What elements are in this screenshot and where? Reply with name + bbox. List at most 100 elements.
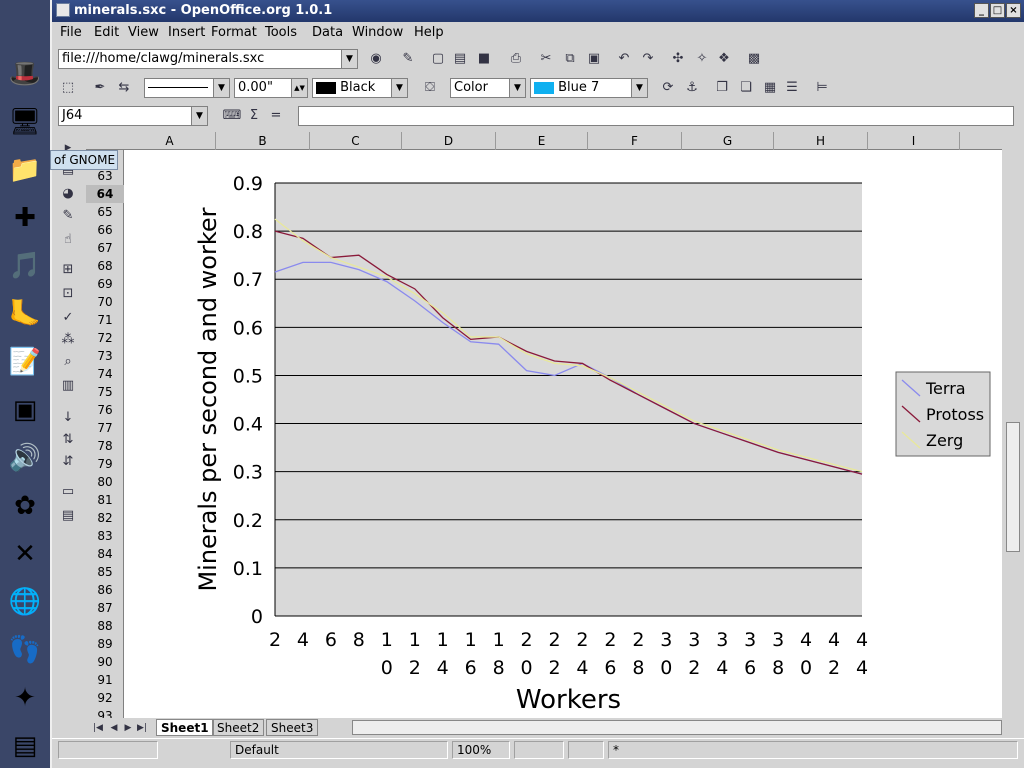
bring-front-icon[interactable]: ❐ (712, 78, 732, 98)
background-icon[interactable]: ▦ (760, 78, 780, 98)
gnome-foot-icon[interactable]: 🦶 (3, 292, 47, 336)
row-header[interactable]: 76 (86, 401, 124, 419)
row-header[interactable]: 80 (86, 473, 124, 491)
row-header[interactable]: 88 (86, 617, 124, 635)
cut-icon[interactable]: ✂ (536, 49, 556, 69)
terminal-icon[interactable]: ▣ (3, 388, 47, 432)
anchor-icon[interactable]: ⚓ (682, 78, 702, 98)
image-icon[interactable]: ▩ (744, 49, 764, 69)
undo-icon[interactable]: ↶ (614, 49, 634, 69)
row-header[interactable]: 75 (86, 383, 124, 401)
row-header[interactable]: 77 (86, 419, 124, 437)
close-icon[interactable]: × (1006, 3, 1021, 18)
tab-sheet3[interactable]: Sheet3 (266, 719, 319, 736)
tab-sheet2[interactable]: Sheet2 (212, 719, 265, 736)
edit-file-icon[interactable]: ✎ (398, 49, 418, 69)
gallery-icon[interactable]: ❖ (714, 49, 734, 69)
chevron-down-icon[interactable]: ▼ (509, 79, 525, 97)
radar-icon[interactable]: ✦ (3, 676, 47, 720)
menu-data[interactable]: Data (312, 25, 343, 40)
row-header[interactable]: 90 (86, 653, 124, 671)
menu-insert[interactable]: Insert (168, 25, 205, 40)
text-wrap-icon[interactable]: ☰ (782, 78, 802, 98)
row-header[interactable]: 86 (86, 581, 124, 599)
line-style-icon[interactable]: ✒ (90, 78, 110, 98)
insert-object-icon[interactable]: ◕ (58, 184, 78, 204)
column-header[interactable]: B (216, 132, 310, 150)
column-header[interactable]: I (868, 132, 960, 150)
minimize-icon[interactable]: _ (974, 3, 989, 18)
sort-az-icon[interactable]: ⇅ (58, 430, 78, 450)
last-sheet-icon[interactable]: ▶| (132, 718, 152, 738)
zoom-level[interactable]: 100% (452, 741, 510, 759)
menu-help[interactable]: Help (414, 25, 444, 40)
speaker-icon[interactable]: 🔊 (3, 436, 47, 480)
column-header[interactable]: C (310, 132, 402, 150)
row-header[interactable]: 69 (86, 275, 124, 293)
datasource-icon[interactable]: ▥ (58, 376, 78, 396)
column-header[interactable]: D (402, 132, 496, 150)
equalizer-icon[interactable]: ▤ (3, 724, 47, 768)
chevron-down-icon[interactable]: ▼ (391, 79, 407, 97)
formula-input[interactable] (298, 106, 1014, 126)
tab-sheet1[interactable]: Sheet1 (156, 719, 214, 736)
music-icon[interactable]: 🎵 (3, 244, 47, 288)
autofilter-icon[interactable]: ▭ (58, 482, 78, 502)
edit-icon[interactable]: ✎ (58, 206, 78, 226)
monitor-icon[interactable]: 🖥 (3, 100, 47, 144)
chart-object[interactable]: 00.10.20.30.40.50.60.70.80.92 4 6 8 1 01 21 41 6… (124, 150, 1002, 718)
menu-edit[interactable]: Edit (94, 25, 119, 40)
name-box[interactable]: J64 ▼ (58, 106, 208, 126)
row-header[interactable]: 65 (86, 203, 124, 221)
navigator-icon[interactable]: ✣ (668, 49, 688, 69)
row-header[interactable]: 84 (86, 545, 124, 563)
row-header[interactable]: 70 (86, 293, 124, 311)
sort-za-icon[interactable]: ⇵ (58, 452, 78, 472)
home-folder-icon[interactable]: 📁 (3, 148, 47, 192)
row-header[interactable]: 66 (86, 221, 124, 239)
area-style-combobox[interactable]: Color ▼ (450, 78, 526, 98)
autocorrect-icon[interactable]: ✓ (58, 308, 78, 328)
function-icon[interactable]: = (266, 106, 286, 126)
row-header[interactable]: 78 (86, 437, 124, 455)
horizontal-scrollbar[interactable] (352, 720, 1002, 735)
row-header[interactable]: 82 (86, 509, 124, 527)
new-icon[interactable]: ▢ (428, 49, 448, 69)
print-icon[interactable]: ⎙ (506, 49, 526, 69)
globe-icon[interactable]: 🌐 (3, 580, 47, 624)
rotate-icon[interactable]: ⟳ (658, 78, 678, 98)
row-header[interactable]: 89 (86, 635, 124, 653)
line-style-combobox[interactable]: ▼ (144, 78, 230, 98)
column-header[interactable]: A (124, 132, 216, 150)
send-back-icon[interactable]: ❏ (736, 78, 756, 98)
row-header[interactable]: 72 (86, 329, 124, 347)
menu-file[interactable]: File (60, 25, 82, 40)
spellcheck-icon[interactable]: ⁂ (58, 330, 78, 350)
scroll-thumb[interactable] (1006, 422, 1020, 552)
area-icon[interactable]: ⛋ (420, 78, 440, 98)
align-icon[interactable]: ⊨ (812, 78, 832, 98)
title-bar[interactable]: minerals.sxc - OpenOffice.org 1.0.1 _ □ … (52, 0, 1024, 22)
row-header[interactable]: 81 (86, 491, 124, 509)
select-icon[interactable]: ☝ (58, 230, 78, 250)
row-header[interactable]: 92 (86, 689, 124, 707)
open-icon[interactable]: ▤ (450, 49, 470, 69)
stylist-icon[interactable]: ✧ (692, 49, 712, 69)
form-icon[interactable]: ⊡ (58, 284, 78, 304)
column-header[interactable]: F (588, 132, 682, 150)
column-header[interactable]: G (682, 132, 774, 150)
row-header[interactable]: 79 (86, 455, 124, 473)
menu-view[interactable]: View (128, 25, 159, 40)
line-width-spinbox[interactable]: 0.00" ▲▼ (234, 78, 308, 98)
quake-icon[interactable]: ✚ (3, 196, 47, 240)
text-editor-icon[interactable]: 📝 (3, 340, 47, 384)
row-header[interactable]: 85 (86, 563, 124, 581)
sum-icon[interactable]: Σ (244, 106, 264, 126)
paste-icon[interactable]: ▣ (584, 49, 604, 69)
menu-tools[interactable]: Tools (265, 25, 297, 40)
find-icon[interactable]: ⌕ (58, 352, 78, 372)
column-header[interactable]: H (774, 132, 868, 150)
stop-load-icon[interactable]: ◉ (366, 49, 386, 69)
menu-window[interactable]: Window (352, 25, 403, 40)
arrow-style-icon[interactable]: ⇆ (114, 78, 134, 98)
